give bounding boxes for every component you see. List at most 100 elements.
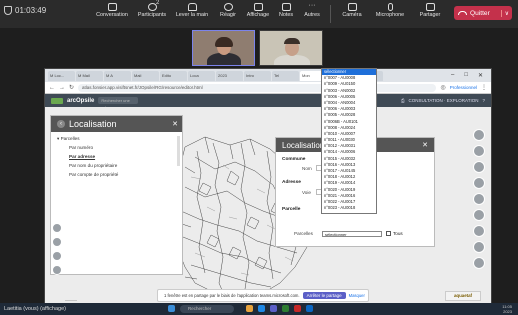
localisation-body: ▾ Parcelles Par numéro Par adresse Par n… — [51, 132, 182, 185]
locate-icon[interactable] — [52, 237, 62, 247]
stop-sharing-button[interactable]: Arrêter le partage — [302, 292, 346, 299]
commune-label: Commune — [282, 157, 306, 162]
share-label: Partager — [419, 12, 441, 18]
voie-label: Voie — [302, 190, 311, 195]
back-arrow-icon[interactable]: ← — [49, 85, 55, 91]
rotate-icon[interactable] — [52, 265, 62, 275]
participant-hair — [215, 37, 233, 47]
parcel-dropdown-list[interactable]: sélectionner n°0007 - AU0008 n°0009 - AU01… — [321, 68, 377, 214]
meeting-toolbar: 01:03:49 Conversation 2 Participants Lev… — [0, 0, 518, 28]
meeting-timer: 01:03:49 — [4, 6, 46, 15]
loc-item-par-compte[interactable]: Par compte de propriété — [69, 172, 176, 177]
browser-tab[interactable]: Loca — [188, 70, 215, 81]
share-notice-text: 1 fenêtre est en partage par le biais de… — [164, 293, 300, 298]
loc-item-par-proprietaire[interactable]: Par nom du propriétaire — [69, 163, 176, 168]
maximize-icon[interactable]: □ — [464, 72, 468, 79]
back-icon[interactable]: ‹ — [57, 120, 65, 128]
forward-arrow-icon[interactable]: → — [59, 85, 65, 91]
screen-share-notification: 1 fenêtre est en partage par le biais de… — [157, 289, 369, 302]
chrome-icon[interactable] — [294, 305, 301, 312]
draw-icon[interactable] — [473, 209, 485, 221]
parcel-select[interactable]: sélectionner — [322, 231, 382, 237]
participant-video-tile[interactable] — [192, 30, 255, 66]
windows-start-icon[interactable] — [168, 305, 175, 312]
close-dialog-icon[interactable]: ✕ — [422, 141, 434, 149]
edge-browser-icon[interactable] — [258, 305, 265, 312]
map-canvas[interactable]: ‹ Localisation ✕ ▾ Parcelles Par numéro … — [45, 107, 491, 307]
reload-icon[interactable]: ↻ — [69, 84, 74, 91]
app-logo-icon — [51, 97, 63, 104]
print-map-icon[interactable] — [473, 241, 485, 253]
browser-tab[interactable]: 2023 — [216, 70, 243, 81]
profile-button[interactable]: Professionnel — [450, 85, 477, 90]
timer-text: 01:03:49 — [15, 6, 47, 15]
browser-tab[interactable]: M Loc... — [48, 70, 75, 81]
zoom-in-icon[interactable] — [473, 129, 485, 141]
shared-browser-window: M Loc... M Mail M A Mail Edito Loca 2023… — [44, 68, 492, 308]
camera-icon — [347, 3, 357, 11]
app-name: arcOpsile — [67, 97, 95, 104]
address-bar-row: ← → ↻ atlas.fonsier.app.visiftsnet.fr/JO… — [45, 82, 491, 94]
clock-date: 2023 — [503, 309, 512, 314]
tous-checkbox[interactable]: Tous — [386, 231, 403, 236]
map-scale-bar: ——— — [65, 297, 77, 302]
loc-item-par-adresse[interactable]: Par adresse — [69, 154, 176, 159]
smiley-icon — [223, 3, 233, 11]
file-explorer-icon[interactable] — [246, 305, 253, 312]
app-header-right: ⎙ CONSULTATION · EXPLORATION ? — [401, 98, 491, 103]
close-icon[interactable]: ✕ — [478, 72, 483, 79]
excel-icon[interactable] — [282, 305, 289, 312]
teams-icon[interactable] — [270, 305, 277, 312]
microphone-icon — [387, 3, 393, 11]
extensions-icon[interactable]: ◎ — [440, 84, 445, 91]
checkbox-icon[interactable] — [386, 231, 391, 236]
localisation-panel: ‹ Localisation ✕ ▾ Parcelles Par numéro … — [50, 115, 183, 275]
participant-figure — [274, 55, 310, 65]
notes-icon — [281, 3, 291, 11]
browser-tab[interactable]: Tel — [272, 70, 299, 81]
settings-icon[interactable] — [473, 257, 485, 269]
parcelle-label: Parcelle — [282, 207, 301, 212]
panel-scrollbar[interactable] — [177, 136, 180, 166]
hide-notice-link[interactable]: Masquer — [349, 293, 365, 298]
outlook-icon[interactable] — [306, 305, 313, 312]
info-icon[interactable] — [473, 225, 485, 237]
close-panel-icon[interactable]: ✕ — [172, 120, 182, 128]
participant-video-tile[interactable] — [259, 30, 323, 66]
mode-label[interactable]: CONSULTATION · EXPLORATION — [409, 98, 479, 103]
leave-meeting-button[interactable]: Quitter ∨ — [454, 6, 512, 20]
shield-icon — [4, 6, 12, 15]
zoom-out-icon[interactable] — [473, 145, 485, 157]
select-icon[interactable] — [473, 193, 485, 205]
brand-logo: aquaetaf — [445, 291, 481, 301]
parcel-option[interactable]: n°0023 - AU0018 — [322, 205, 376, 211]
nom-label: Nom — [302, 166, 312, 171]
measure-icon[interactable] — [473, 177, 485, 189]
browser-tab[interactable]: Intro — [244, 70, 271, 81]
share-tray-icon — [425, 3, 435, 11]
browser-tab[interactable]: Edito — [160, 70, 187, 81]
print-icon[interactable]: ⎙ — [401, 98, 405, 103]
home-icon[interactable] — [52, 223, 62, 233]
app-search-input[interactable]: Rechercher une adresse — [98, 97, 139, 110]
layers-icon[interactable] — [473, 161, 485, 173]
browser-tab[interactable]: Mail — [132, 70, 159, 81]
chevron-down-icon[interactable]: ∨ — [500, 9, 512, 17]
chat-icon — [107, 3, 117, 11]
browser-tab[interactable]: M Mail — [76, 70, 103, 81]
localisation-title: Localisation — [69, 119, 117, 129]
hand-icon — [187, 3, 197, 11]
taskbar-search[interactable]: Rechercher — [180, 305, 234, 313]
grid-icon — [253, 3, 263, 11]
share-button[interactable]: Partager — [410, 2, 450, 26]
url-field[interactable]: atlas.fonsier.app.visiftsnet.fr/JOpsile/… — [78, 83, 437, 92]
loc-item-par-numero[interactable]: Par numéro — [69, 145, 176, 150]
browser-tab[interactable]: M A — [104, 70, 131, 81]
help-icon[interactable]: ? — [482, 98, 485, 103]
browser-tab-bar: M Loc... M Mail M A Mail Edito Loca 2023… — [45, 69, 491, 82]
browser-menu-icon[interactable]: ⋮ — [481, 84, 487, 91]
section-parcelles[interactable]: ▾ Parcelles — [57, 136, 176, 142]
fullscreen-icon[interactable] — [52, 251, 62, 261]
minimize-icon[interactable]: – — [451, 72, 454, 79]
localisation-header: ‹ Localisation ✕ — [51, 116, 182, 132]
